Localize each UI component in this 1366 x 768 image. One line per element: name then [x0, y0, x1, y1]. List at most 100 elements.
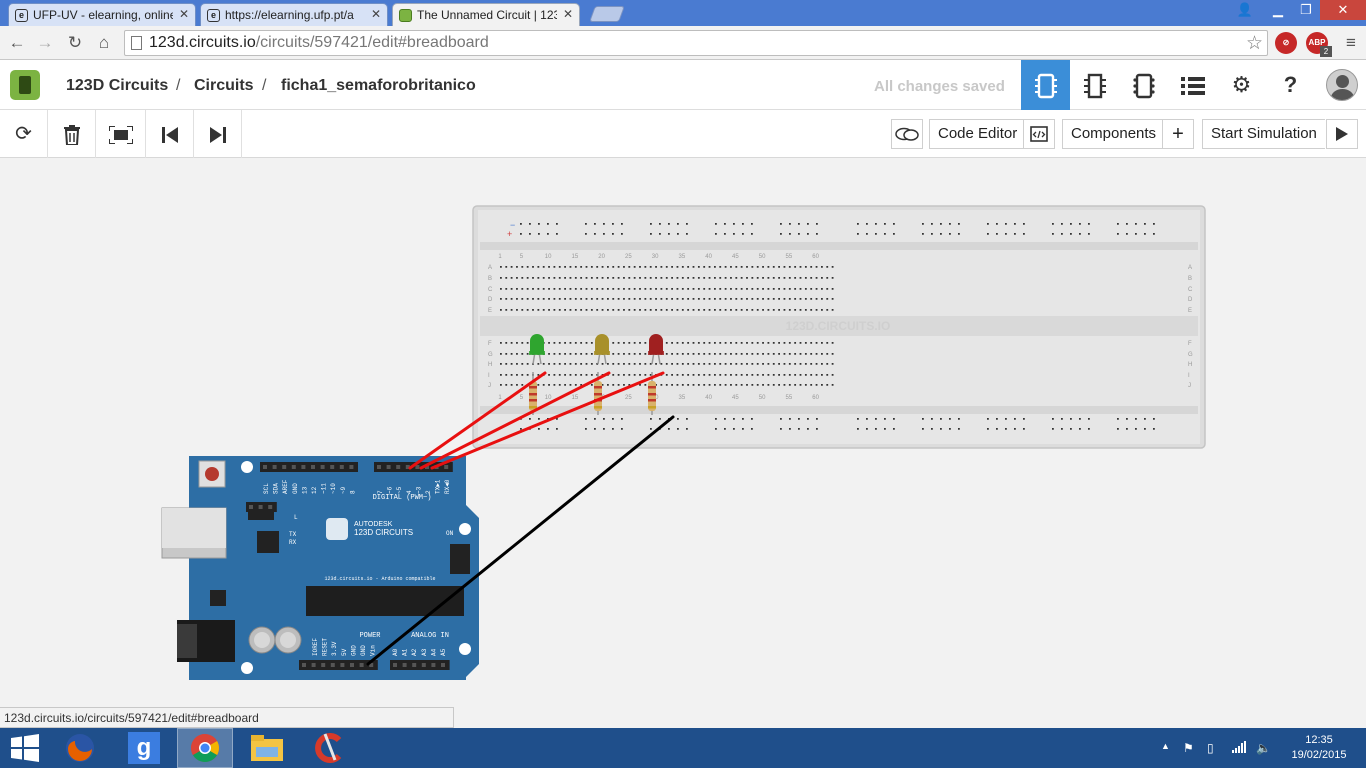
browser-tab-1[interactable]: e UFP-UV - elearning, online ✕ [8, 3, 196, 26]
extension-icon[interactable]: ⊘ [1275, 32, 1297, 54]
column-number-label: 15 [572, 395, 579, 401]
pin-label: 12 [311, 486, 318, 494]
header-pin [330, 663, 335, 667]
minimize-icon[interactable]: ▁ [1264, 0, 1292, 20]
window-close-icon[interactable]: ✕ [1320, 0, 1366, 20]
pin-label: AREF [282, 479, 289, 494]
header-pin [311, 663, 316, 667]
elearning-favicon-icon: e [15, 9, 28, 22]
code-editor-icon[interactable] [1023, 119, 1055, 149]
settings-gear-icon[interactable]: ⚙ [1217, 60, 1266, 110]
close-icon[interactable]: ✕ [179, 7, 189, 21]
header-pin [396, 465, 401, 469]
forward-icon[interactable]: → [34, 32, 56, 54]
fit-to-screen-icon[interactable] [96, 110, 146, 158]
pin-label: 3.3V [331, 641, 338, 656]
header-pin [320, 465, 325, 469]
user-profile-icon[interactable]: 👤 [1234, 0, 1256, 20]
bookmark-star-icon[interactable]: ☆ [1246, 32, 1263, 55]
step-back-icon[interactable] [146, 110, 194, 158]
help-icon[interactable]: ? [1266, 60, 1315, 110]
breadboard-view-icon[interactable] [1021, 60, 1070, 110]
header-pin [301, 465, 306, 469]
volume-icon[interactable]: 🔈 [1256, 741, 1271, 755]
elearning-favicon-icon: e [207, 9, 220, 22]
header-pin [349, 465, 354, 469]
component-list-icon[interactable] [1168, 60, 1217, 110]
google-search-icon[interactable]: g [115, 728, 171, 768]
network-signal-icon[interactable] [1232, 741, 1246, 756]
circuit-drawing: 123D.CIRCUITS.IO 11551010151520202525303… [161, 205, 1206, 680]
column-number-label: 40 [705, 395, 712, 401]
pin-label: GND [292, 483, 299, 494]
pin-label: A3 [421, 648, 428, 656]
row-letter-label: J [1188, 383, 1191, 389]
header-pin [321, 663, 326, 667]
close-icon[interactable]: ✕ [371, 7, 381, 21]
123d-circuits-logo[interactable] [10, 70, 40, 100]
start-simulation-button[interactable]: Start Simulation [1202, 119, 1325, 149]
header-pin [441, 663, 445, 667]
resistor-band [529, 406, 537, 409]
step-forward-icon[interactable] [194, 110, 242, 158]
breadcrumb-circuit-name[interactable]: ficha1_semaforobritanico [281, 77, 476, 95]
column-number-label: 25 [625, 395, 632, 401]
address-bar-row: ← → ↻ ⌂ 123d.circuits.io/circuits/597421… [0, 26, 1366, 60]
chrome-menu-icon[interactable]: ≡ [1340, 32, 1362, 54]
breadcrumb-circuits[interactable]: Circuits [194, 77, 254, 95]
url-input[interactable]: 123d.circuits.io/circuits/597421/edit#br… [124, 30, 1268, 56]
pcb-view-icon[interactable] [1119, 60, 1168, 110]
browser-tab-2[interactable]: e https://elearning.ufp.pt/a ✕ [200, 3, 388, 26]
back-icon[interactable]: ← [6, 32, 28, 54]
code-editor-button[interactable]: Code Editor [929, 119, 1026, 149]
play-icon[interactable] [1326, 119, 1358, 149]
components-button[interactable]: Components [1062, 119, 1165, 149]
header-pin [282, 465, 287, 469]
delete-trash-icon[interactable] [48, 110, 96, 158]
user-avatar[interactable] [1326, 69, 1358, 101]
circuit-canvas[interactable]: 123D.CIRCUITS.IO 11551010151520202525303… [0, 159, 1366, 728]
new-tab-button[interactable] [589, 6, 625, 22]
pin-label: ~9 [340, 486, 347, 494]
system-clock[interactable]: 12:35 19/02/2015 [1288, 733, 1350, 763]
editor-toolbar: ⟳ Code Editor Components + Start Simulat… [0, 110, 1366, 158]
reload-icon[interactable]: ↻ [64, 32, 86, 54]
header-pin [311, 465, 315, 469]
home-icon[interactable]: ⌂ [93, 32, 115, 54]
header-pin [302, 663, 306, 667]
close-icon[interactable]: ✕ [563, 7, 573, 21]
pin-label: SCL [263, 483, 270, 494]
file-explorer-icon[interactable] [239, 728, 295, 768]
header-pin [291, 465, 296, 469]
ccleaner-icon[interactable] [301, 728, 357, 768]
pin-label: ~5 [396, 486, 403, 494]
column-number-label: 10 [545, 395, 552, 401]
pin-label: 7 [377, 490, 384, 494]
rotate-icon[interactable]: ⟳ [0, 110, 48, 158]
column-number-label: 50 [759, 395, 766, 401]
show-hidden-icons-icon[interactable]: ▲ [1161, 741, 1170, 751]
comments-icon[interactable] [891, 119, 923, 149]
pin-label: TX►1 [435, 479, 442, 494]
analog-header [390, 660, 450, 670]
breadcrumb-home[interactable]: 123D Circuits [66, 77, 168, 95]
column-number-label: 45 [732, 395, 739, 401]
action-center-flag-icon[interactable]: ⚑ [1183, 741, 1194, 755]
resistor-band [648, 393, 656, 396]
resistor-band [529, 399, 537, 402]
chrome-icon[interactable] [177, 728, 233, 768]
resistor-band [648, 386, 656, 389]
breadboard[interactable]: 123D.CIRCUITS.IO 11551010151520202525303… [472, 205, 1206, 449]
battery-icon[interactable]: ▯ [1207, 741, 1214, 755]
start-button-icon[interactable] [0, 728, 50, 768]
schematic-view-icon[interactable] [1070, 60, 1119, 110]
pin-label: RX◄0 [444, 479, 451, 494]
firefox-icon[interactable] [52, 728, 108, 768]
browser-tab-3-active[interactable]: The Unnamed Circuit | 123 ✕ [392, 3, 580, 26]
header-pin [340, 663, 345, 667]
arduino-uno-board[interactable]: AUTODESK 123D CIRCUITS 123d.circuits.io … [161, 456, 479, 680]
restore-icon[interactable]: ❐ [1292, 0, 1320, 20]
header-pin [350, 663, 354, 667]
add-component-plus-icon[interactable]: + [1162, 119, 1194, 149]
save-status: All changes saved [874, 78, 1005, 95]
